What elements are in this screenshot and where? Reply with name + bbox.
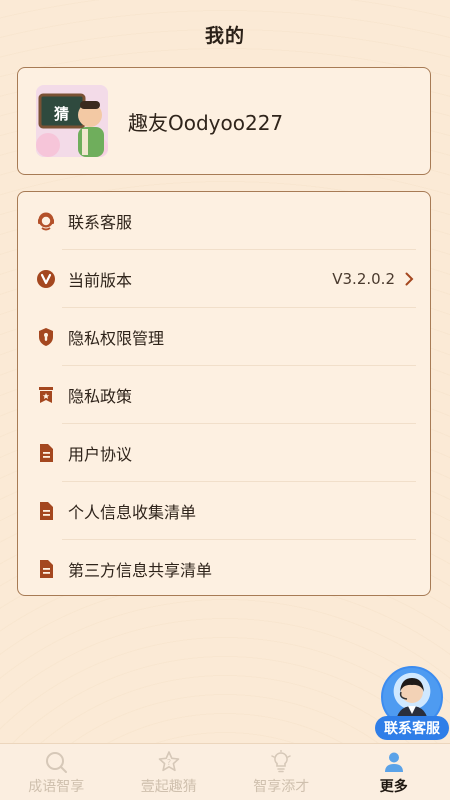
bottom-tab-bar: 成语智享 ? 壹起趣猜 智享添才 更多 [0,743,450,800]
menu-item-label: 隐私政策 [68,387,133,406]
tab-label: 成语智享 [28,779,85,795]
menu-item-label: 当前版本 [68,271,133,290]
menu-item-current-version[interactable]: 当前版本 V3.2.0.2 [18,250,430,308]
lightbulb-icon [271,750,291,773]
menu-item-label: 联系客服 [68,213,133,232]
profile-card[interactable]: 猜 趣友Oodyoo227 [17,67,431,175]
menu-item-privacy-permissions[interactable]: 隐私权限管理 [18,308,430,366]
tab-idiom[interactable]: 成语智享 [0,744,113,800]
version-v-icon [35,268,57,290]
tab-guess[interactable]: ? 壹起趣猜 [113,744,226,800]
floating-customer-service-button[interactable]: 联系客服 [375,666,449,744]
magnifier-icon [46,752,68,773]
menu-item-label: 隐私权限管理 [68,329,165,348]
menu-item-user-agreement[interactable]: 用户协议 [18,424,430,482]
chevron-right-icon [405,272,414,286]
tab-more[interactable]: 更多 [338,744,450,800]
menu-item-third-party-sharing-list[interactable]: 第三方信息共享清单 [18,540,430,598]
avatar-badge: 猜 [54,105,70,123]
document-icon [35,500,57,522]
shield-lock-icon [35,326,57,348]
avatar[interactable]: 猜 [36,85,108,157]
headset-icon [35,210,57,232]
menu-item-label: 个人信息收集清单 [68,503,197,522]
menu-item-label: 用户协议 [68,445,133,464]
header: 我的 [0,0,450,68]
star-question-icon: ? [158,751,180,772]
menu-item-personal-info-list[interactable]: 个人信息收集清单 [18,482,430,540]
svg-text:?: ? [167,758,171,767]
document-icon [35,442,57,464]
menu-item-label: 第三方信息共享清单 [68,561,213,580]
tab-talent[interactable]: 智享添才 [225,744,338,800]
tab-label: 更多 [379,779,408,795]
menu-item-contact-service[interactable]: 联系客服 [18,192,430,250]
menu-card: 联系客服 当前版本 V3.2.0.2 隐私权限管理 隐私政策 用户协议 个人信息… [17,191,431,596]
username: 趣友Oodyoo227 [128,110,284,135]
tab-label: 智享添才 [253,779,310,795]
tab-label: 壹起趣猜 [140,779,197,795]
page-title: 我的 [204,24,245,47]
version-value: V3.2.0.2 [332,270,395,288]
menu-item-privacy-policy[interactable]: 隐私政策 [18,366,430,424]
floating-service-label: 联系客服 [375,716,449,740]
person-icon [384,752,403,772]
document-icon [35,558,57,580]
bookmark-star-icon [35,384,57,406]
